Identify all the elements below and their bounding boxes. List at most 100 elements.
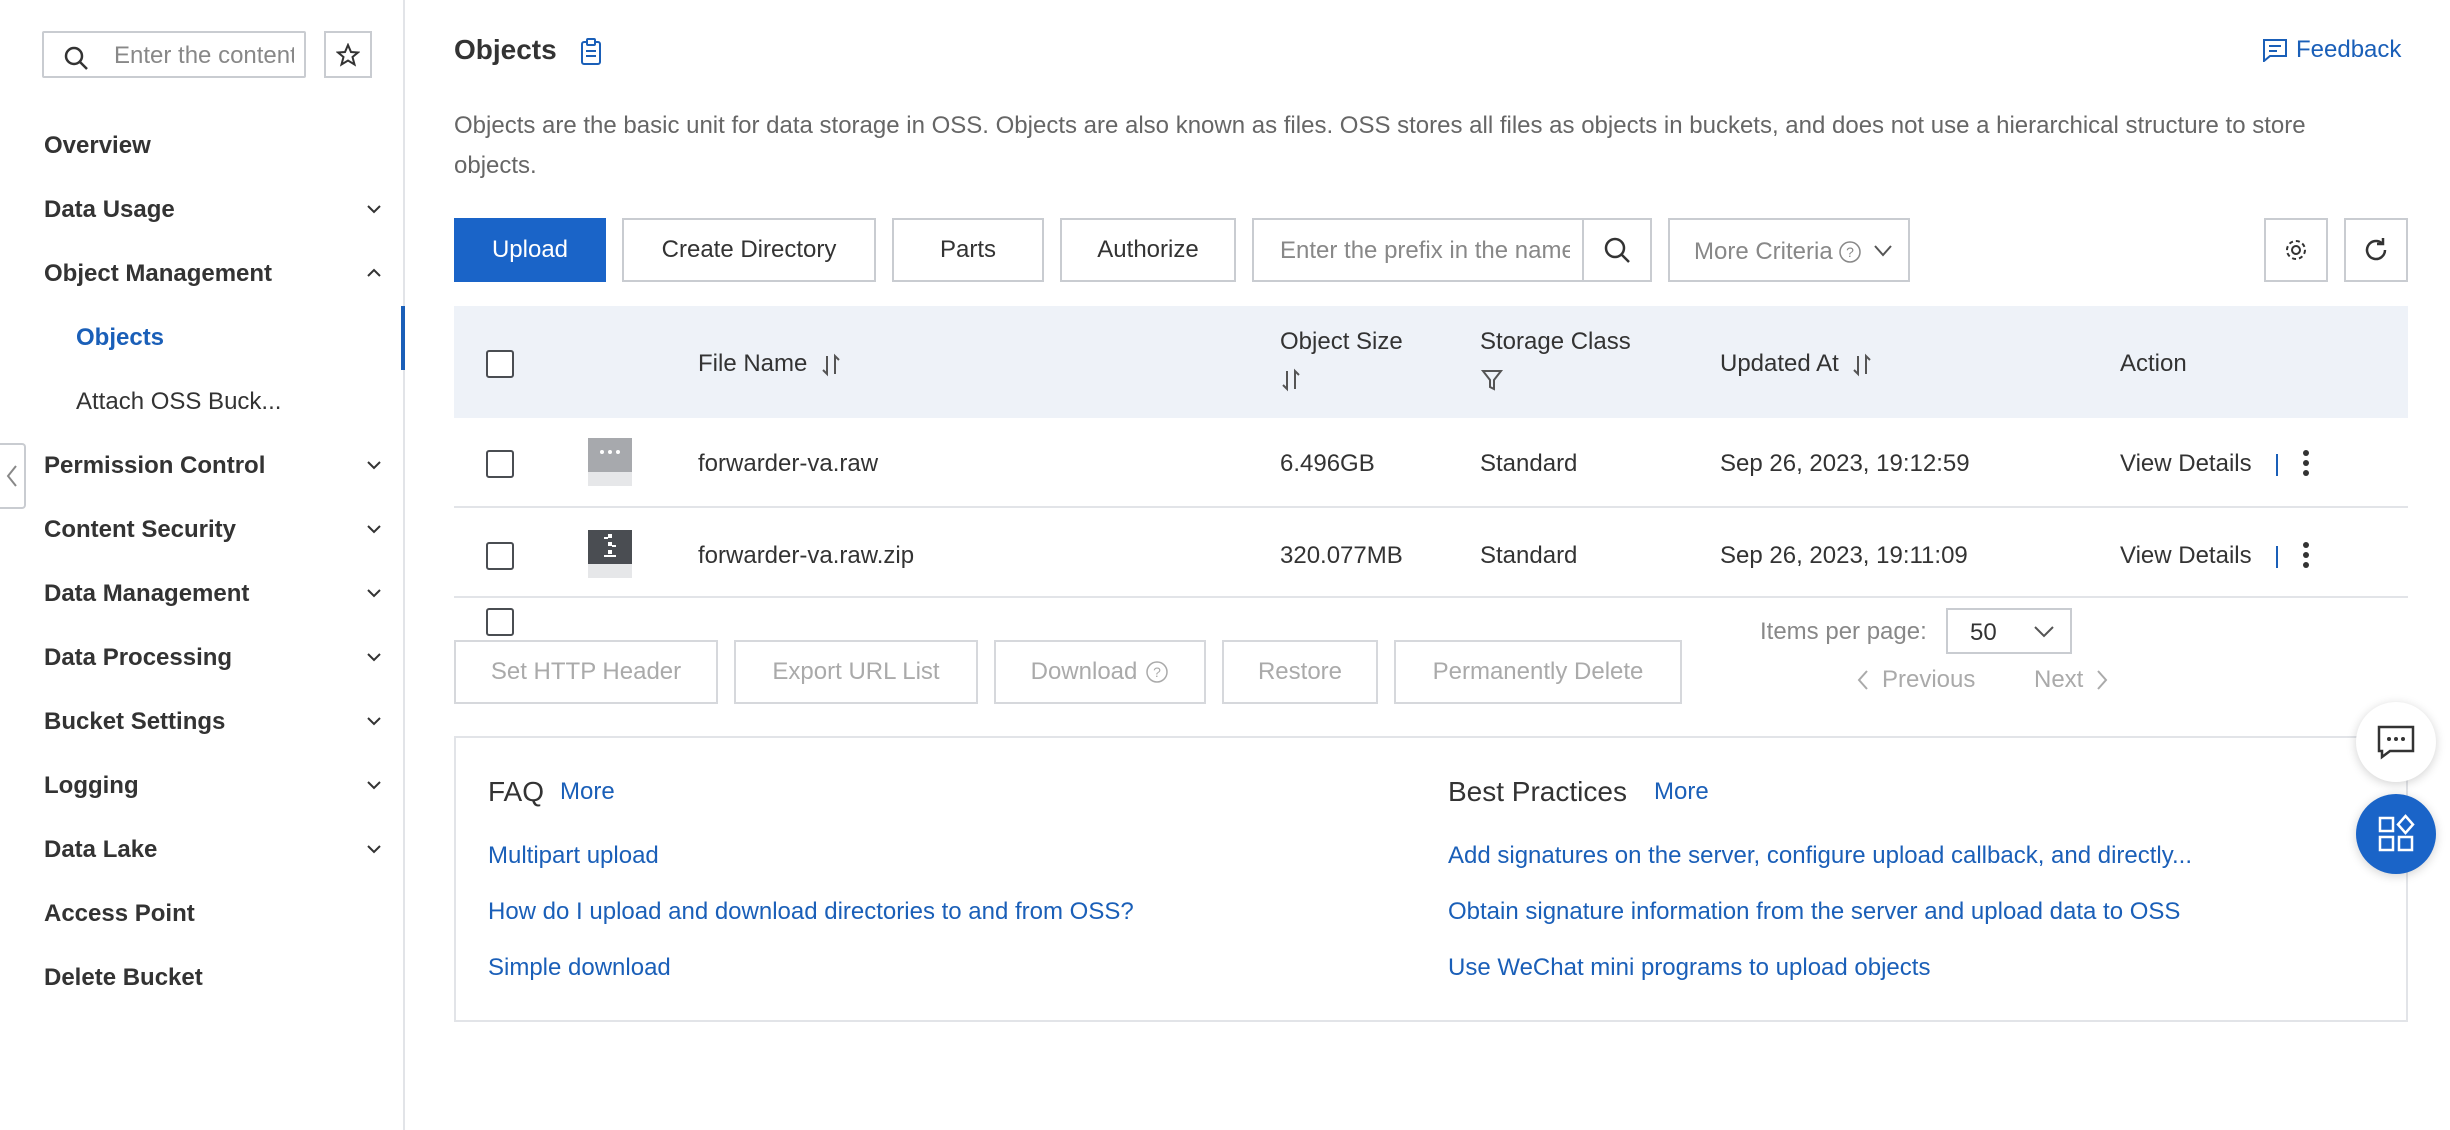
svg-text:?: ? [1153,664,1161,680]
page-description: Objects are the basic unit for data stor… [454,112,2306,179]
download-button[interactable]: Download ? [994,640,1206,704]
restore-button[interactable]: Restore [1222,640,1378,704]
svg-text:?: ? [1846,244,1854,260]
chevron-down-icon [367,589,381,598]
sidebar-item-bucket-settings[interactable]: Bucket Settings [44,702,384,742]
row-checkbox[interactable] [486,450,514,478]
sidebar-search-input[interactable] [112,39,296,73]
sidebar-item-data-processing[interactable]: Data Processing [44,638,384,678]
active-indicator [401,306,405,370]
sidebar-item-access-point[interactable]: Access Point [44,894,384,934]
storage-class: Standard [1480,542,1578,569]
zip-file-icon [588,530,632,578]
items-per-page-select[interactable]: 50 [1946,608,2072,654]
faq-title: FAQ [488,776,545,807]
chevron-down-icon [367,525,381,534]
help-circle-icon: ? [1839,241,1861,263]
sidebar-item-permission-control[interactable]: Permission Control [44,446,384,486]
object-size: 6.496GB [1280,450,1375,477]
apps-button[interactable] [2356,794,2436,874]
sort-icon [1282,368,1300,392]
export-url-list-button[interactable]: Export URL List [734,640,978,704]
chevron-left-icon [1857,670,1868,690]
previous-page-button[interactable]: Previous [1856,666,1975,694]
sidebar-collapse-button[interactable] [0,443,26,509]
action-separator [2276,546,2278,568]
favorite-button[interactable] [324,31,372,78]
col-object-size[interactable]: Object Size [1280,328,1403,399]
authorize-button[interactable]: Authorize [1060,218,1236,282]
table-row: forwarder-va.raw.zip 320.077MB Standard … [454,508,2408,598]
parts-button[interactable]: Parts [892,218,1044,282]
permanently-delete-button[interactable]: Permanently Delete [1394,640,1682,704]
prefix-search-box [1252,218,1652,282]
col-storage-class[interactable]: Storage Class [1480,328,1631,399]
chevron-down-icon [367,781,381,790]
col-file-name[interactable]: File Name [698,350,842,378]
settings-button[interactable] [2264,218,2328,282]
table-header: File Name Object Size Storage Class Upda… [454,306,2408,418]
col-updated-at[interactable]: Updated At [1720,350,1873,378]
help-circle-icon: ? [1146,661,1169,683]
sidebar-item-content-security[interactable]: Content Security [44,510,384,550]
sort-icon [1853,353,1872,377]
apps-icon [2378,814,2415,852]
more-criteria-dropdown[interactable]: More Criteria ? [1668,218,1910,282]
set-http-header-button[interactable]: Set HTTP Header [454,640,718,704]
next-page-button[interactable]: Next [2034,666,2109,694]
view-details-link[interactable]: View Details [2120,450,2252,478]
sidebar-item-delete-bucket[interactable]: Delete Bucket [44,958,384,998]
best-practice-link[interactable]: Add signatures on the server, configure … [1448,842,2192,870]
table-row: forwarder-va.raw 6.496GB Standard Sep 26… [454,418,2408,508]
create-directory-button[interactable]: Create Directory [622,218,876,282]
col-action: Action [2120,350,2187,377]
chat-icon [2377,725,2415,760]
chevron-down-icon [1874,245,1892,257]
chevron-down-icon [2034,626,2054,638]
best-practice-link[interactable]: Use WeChat mini programs to upload objec… [1448,954,1930,982]
star-icon [336,42,360,67]
sidebar-subitem-attach-oss-bucket[interactable]: Attach OSS Buck... [76,382,281,422]
more-vertical-icon[interactable] [2302,540,2310,570]
chevron-down-icon [367,717,381,726]
sidebar-item-data-usage[interactable]: Data Usage [44,190,384,230]
object-size: 320.077MB [1280,542,1403,569]
sidebar-search[interactable] [42,31,306,78]
chat-button[interactable] [2356,702,2436,782]
file-name-link[interactable]: forwarder-va.raw [698,450,878,478]
action-separator [2276,454,2278,476]
select-all-checkbox[interactable] [486,350,514,378]
sidebar-item-data-lake[interactable]: Data Lake [44,830,384,870]
faq-link[interactable]: Multipart upload [488,842,659,870]
view-details-link[interactable]: View Details [2120,542,2252,570]
sidebar-item-object-management[interactable]: Object Management [44,254,384,294]
page-title: Objects [454,34,557,65]
file-name-link[interactable]: forwarder-va.raw.zip [698,542,914,570]
chevron-right-icon [2097,670,2108,690]
help-panel: FAQ More Multipart upload How do I uploa… [454,736,2408,1022]
storage-class: Standard [1480,450,1578,477]
sidebar-item-logging[interactable]: Logging [44,766,384,806]
faq-link[interactable]: Simple download [488,954,671,982]
chevron-up-icon [367,268,381,277]
more-vertical-icon[interactable] [2302,448,2310,478]
refresh-button[interactable] [2344,218,2408,282]
best-practice-link[interactable]: Obtain signature information from the se… [1448,898,2180,926]
sidebar-item-data-management[interactable]: Data Management [44,574,384,614]
best-practices-more-link[interactable]: More [1654,778,1709,806]
upload-button[interactable]: Upload [454,218,606,282]
row-checkbox[interactable] [486,542,514,570]
sidebar-item-overview[interactable]: Overview [44,126,384,166]
items-per-page-label: Items per page: [1760,618,1927,645]
prefix-search-button[interactable] [1582,220,1650,280]
faq-more-link[interactable]: More [560,778,615,806]
document-icon[interactable] [578,38,604,66]
chevron-down-icon [367,205,381,214]
faq-link[interactable]: How do I upload and download directories… [488,898,1134,926]
prefix-search-input[interactable] [1278,234,1572,268]
bulk-select-checkbox[interactable] [486,608,514,636]
sidebar-subitem-objects[interactable]: Objects [76,318,164,358]
filter-icon [1480,370,1504,391]
feedback-link[interactable]: Feedback [2262,36,2401,64]
file-icon [588,438,632,486]
